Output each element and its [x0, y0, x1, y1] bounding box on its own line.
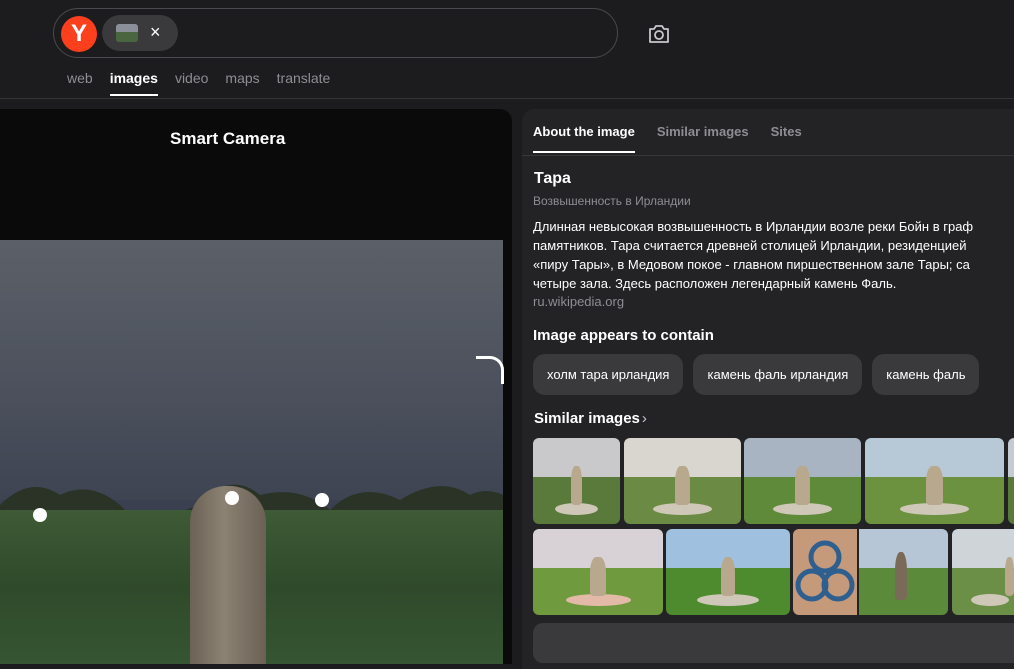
tag-chip[interactable]: камень фаль: [872, 354, 980, 395]
similar-image[interactable]: [533, 438, 620, 524]
yandex-logo[interactable]: Y: [61, 16, 97, 52]
close-icon[interactable]: ×: [150, 22, 161, 42]
entity-title[interactable]: Тара: [534, 170, 571, 188]
entity-description: Длинная невысокая возвышенность в Ирланд…: [533, 217, 1014, 293]
source-link[interactable]: ru.wikipedia.org: [533, 294, 624, 309]
query-image-chip[interactable]: ×: [102, 15, 178, 51]
tab-video[interactable]: video: [175, 70, 208, 96]
tab-images[interactable]: images: [109, 70, 159, 96]
tag-chip[interactable]: камень фаль ирландия: [693, 354, 863, 395]
similar-image[interactable]: [666, 529, 790, 615]
tab-maps[interactable]: maps: [225, 70, 259, 96]
photo-edge: [503, 240, 512, 664]
query-image-thumbnail: [116, 24, 138, 42]
photo-standing-stone: [190, 486, 266, 664]
smart-camera-title: Smart Camera: [170, 129, 286, 148]
tab-web[interactable]: web: [67, 70, 93, 96]
object-marker[interactable]: [315, 493, 329, 507]
tag-chip[interactable]: холм тара ирландия: [533, 354, 684, 395]
similar-image[interactable]: [744, 438, 861, 524]
object-marker[interactable]: [225, 491, 239, 505]
crop-handle[interactable]: [476, 356, 504, 384]
chevron-right-icon: ›: [641, 410, 647, 427]
search-bar[interactable]: Y ×: [53, 8, 618, 58]
description-line: Длинная невысокая возвышенность в Ирланд…: [533, 219, 974, 234]
query-photo[interactable]: [0, 240, 512, 664]
top-bar: Y × web images video maps translate: [0, 0, 1014, 99]
tabs-divider: [522, 155, 1014, 156]
results-panel: About the image Similar images Sites Тар…: [522, 109, 1014, 669]
similar-image[interactable]: [624, 438, 741, 524]
similar-image[interactable]: [952, 529, 1014, 615]
triskele-icon: [795, 540, 855, 602]
similar-image[interactable]: [865, 438, 1004, 524]
object-marker[interactable]: [33, 508, 47, 522]
similar-image[interactable]: [533, 529, 663, 615]
results-tabs: About the image Similar images Sites: [533, 124, 802, 153]
smart-camera-panel: Smart Camera: [0, 109, 512, 664]
description-line: «пиру Тары», в Медовом покое - главном п…: [533, 257, 970, 272]
tab-translate[interactable]: translate: [277, 70, 331, 96]
camera-icon[interactable]: [646, 21, 672, 47]
entity-subtitle: Возвышенность в Ирландии: [533, 194, 691, 208]
photo-sky: [0, 240, 512, 500]
similar-image[interactable]: [793, 529, 948, 615]
tab-about-image[interactable]: About the image: [533, 124, 635, 153]
similar-heading-label: Similar images: [534, 410, 640, 427]
contains-tags: холм тара ирландия камень фаль ирландия …: [533, 354, 980, 395]
description-line: четыре зала. Здесь расположен легендарны…: [533, 276, 897, 291]
similar-images-heading[interactable]: Similar images ›: [534, 410, 647, 427]
more-results-bar[interactable]: [533, 623, 1014, 663]
tab-sites[interactable]: Sites: [771, 124, 802, 153]
tab-similar-images[interactable]: Similar images: [657, 124, 749, 153]
contains-heading: Image appears to contain: [533, 327, 714, 344]
similar-image[interactable]: [1008, 438, 1014, 524]
description-line: памятников. Тара считается древней столи…: [533, 238, 967, 253]
nav-tabs: web images video maps translate: [67, 70, 330, 96]
